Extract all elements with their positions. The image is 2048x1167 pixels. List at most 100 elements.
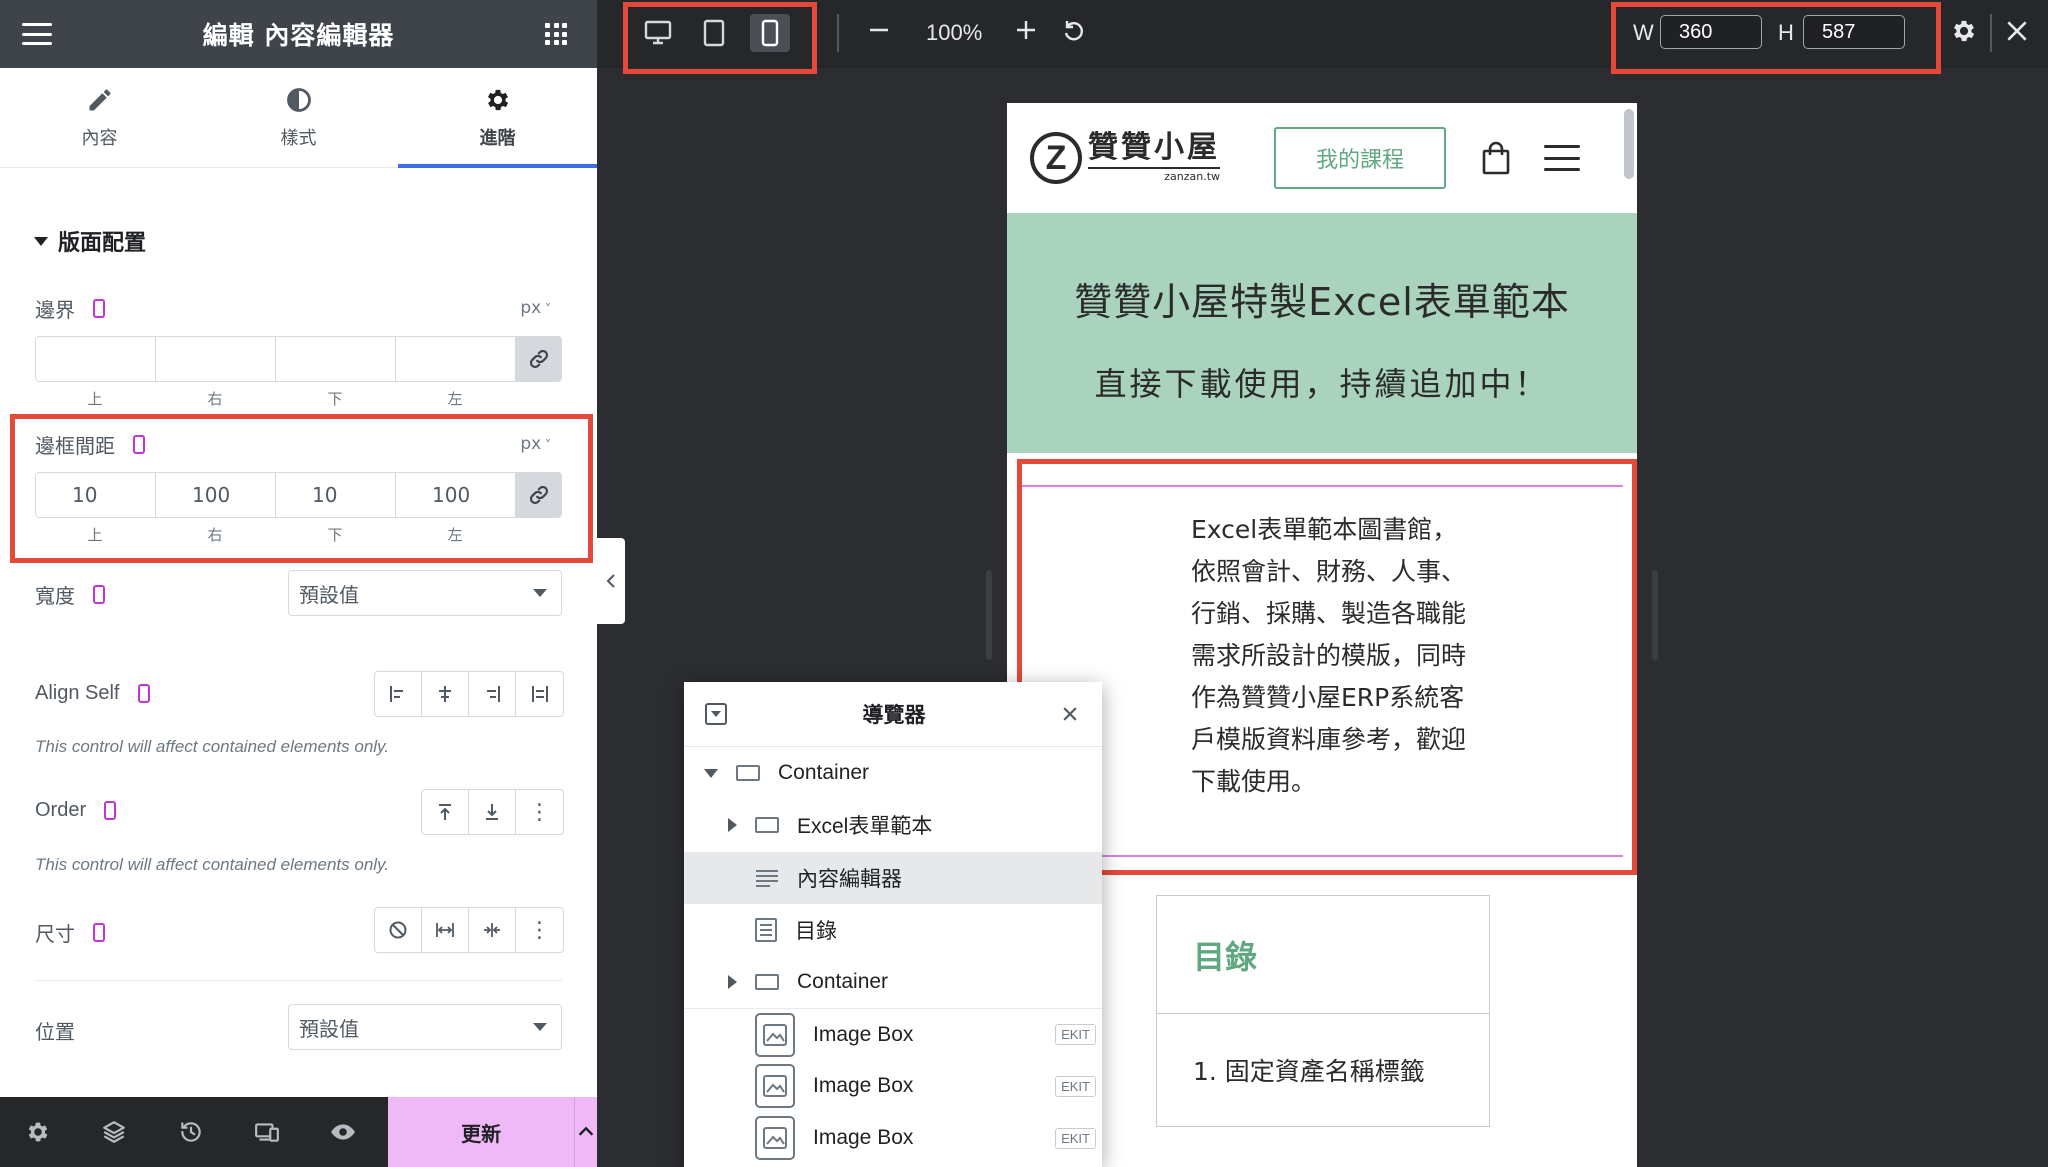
responsive-mode-button[interactable]: [229, 1097, 305, 1167]
canvas-width-input[interactable]: [1660, 15, 1762, 49]
zoom-in-button[interactable]: [1014, 18, 1038, 48]
margin-bottom-input[interactable]: [276, 337, 396, 381]
zoom-reset-button[interactable]: [1062, 18, 1086, 48]
zoom-out-button[interactable]: [867, 18, 891, 48]
hero-subtitle: 直接下載使用，持續追加中！: [1094, 365, 1550, 403]
toc-title: 目錄: [1157, 896, 1489, 1014]
navigator-item[interactable]: Image Box EKIT: [684, 1008, 1102, 1060]
widgets-grid-icon[interactable]: [545, 23, 567, 45]
navigator-item[interactable]: Container: [684, 747, 1102, 799]
order-first-button[interactable]: [422, 790, 469, 834]
padding-unit-select[interactable]: px: [520, 434, 551, 454]
size-more-button[interactable]: ⋮: [516, 908, 563, 952]
align-stretch-button[interactable]: [516, 672, 563, 716]
canvas-resize-handle-left[interactable]: [986, 570, 992, 660]
layout-section-toggle[interactable]: 版面配置: [34, 225, 146, 257]
close-icon[interactable]: [1060, 704, 1080, 724]
margin-unit-select[interactable]: px: [520, 298, 551, 318]
order-label-row: Order: [35, 799, 117, 822]
mobile-menu-icon[interactable]: [1544, 145, 1580, 171]
navigator-item[interactable]: Container: [684, 956, 1102, 1008]
align-end-icon: [487, 686, 500, 702]
order-last-button[interactable]: [469, 790, 516, 834]
navigator-item[interactable]: Excel表單範本: [684, 799, 1102, 851]
align-self-buttons: [374, 671, 564, 717]
position-label: 位置: [35, 1020, 75, 1044]
size-grow-button[interactable]: [422, 908, 469, 952]
navigator-panel: 導覽器 Container Excel表單範本 內容編輯器 目錄 Contain…: [684, 682, 1102, 1167]
panel-title: 編輯 內容編輯器: [202, 21, 395, 50]
collapse-all-icon[interactable]: [704, 702, 728, 726]
padding-link-button[interactable]: [516, 473, 561, 517]
padding-bottom-input[interactable]: [276, 473, 396, 517]
responsive-mobile-icon[interactable]: [137, 684, 150, 703]
table-of-contents-widget[interactable]: 目錄 1. 固定資產名稱標籤: [1156, 895, 1490, 1127]
size-none-button[interactable]: [375, 908, 422, 952]
image-box-icon: [755, 1116, 795, 1160]
close-responsive-button[interactable]: [2004, 18, 2030, 50]
navigator-item-selected[interactable]: 內容編輯器: [684, 852, 1102, 904]
update-options-button[interactable]: [573, 1097, 597, 1167]
arrow-to-top-icon: [439, 804, 451, 820]
margin-right-input[interactable]: [156, 337, 276, 381]
position-select[interactable]: 預設值: [288, 1004, 562, 1050]
canvas-height-input[interactable]: [1803, 15, 1905, 49]
responsive-mobile-icon[interactable]: [93, 585, 105, 604]
navigator-item[interactable]: 目錄: [684, 904, 1102, 956]
tab-content[interactable]: 內容: [0, 68, 199, 167]
navigator-item[interactable]: Image Box EKIT: [684, 1112, 1102, 1164]
margin-left-input[interactable]: [396, 337, 516, 381]
margin-top-input[interactable]: [36, 337, 156, 381]
caret-right-icon[interactable]: [728, 818, 737, 832]
tab-advanced[interactable]: 進階: [398, 68, 597, 168]
navigator-item[interactable]: Image Box EKIT: [684, 1060, 1102, 1112]
padding-top-input[interactable]: [36, 473, 156, 517]
shopping-bag-icon[interactable]: [1482, 141, 1510, 175]
toc-item[interactable]: 1. 固定資產名稱標籤: [1157, 1014, 1489, 1088]
align-end-button[interactable]: [469, 672, 516, 716]
text-editor-widget[interactable]: Excel表單範本圖書館，依照會計、財務、人事、行銷、採購、製造各職能需求所設計…: [1021, 485, 1623, 857]
align-center-button[interactable]: [422, 672, 469, 716]
site-header: Z 贊贊小屋 zanzan.tw 我的課程: [1007, 103, 1637, 213]
padding-left-input[interactable]: [396, 473, 516, 517]
canvas-resize-handle-right[interactable]: [1652, 570, 1658, 660]
history-button[interactable]: [153, 1097, 229, 1167]
side-label-top: 上: [87, 526, 103, 544]
margin-inputs: [35, 336, 562, 382]
align-start-button[interactable]: [375, 672, 422, 716]
chevron-up-icon: [578, 1126, 594, 1136]
responsive-mobile-icon[interactable]: [93, 923, 105, 942]
tab-style[interactable]: 樣式: [199, 68, 398, 167]
desktop-view-button[interactable]: [638, 14, 678, 52]
eye-icon: [331, 1124, 356, 1140]
ekit-badge: EKIT: [1055, 1075, 1096, 1097]
settings-button[interactable]: [0, 1097, 76, 1167]
caret-right-icon[interactable]: [728, 975, 737, 989]
preview-button[interactable]: [305, 1097, 381, 1167]
order-buttons: ⋮: [421, 789, 564, 835]
update-button[interactable]: 更新: [388, 1097, 574, 1167]
caret-down-icon[interactable]: [704, 768, 718, 778]
padding-right-input[interactable]: [156, 473, 276, 517]
mobile-view-button[interactable]: [750, 14, 790, 52]
link-icon: [529, 349, 548, 369]
responsive-mobile-icon[interactable]: [93, 299, 105, 318]
responsive-mobile-icon[interactable]: [104, 801, 117, 820]
hamburger-menu-icon[interactable]: [22, 23, 52, 45]
canvas-settings-button[interactable]: [1950, 17, 1978, 51]
size-shrink-button[interactable]: [469, 908, 516, 952]
responsive-mobile-icon[interactable]: [133, 435, 145, 454]
order-more-button[interactable]: ⋮: [516, 790, 563, 834]
side-label-bottom: 下: [327, 526, 343, 544]
navigator-button[interactable]: [76, 1097, 152, 1167]
my-courses-button[interactable]: 我的課程: [1274, 127, 1446, 189]
chevron-left-icon: [606, 574, 615, 588]
side-label-top: 上: [87, 390, 103, 408]
width-select[interactable]: 預設值: [288, 570, 562, 616]
collapse-panel-button[interactable]: [597, 538, 625, 624]
preview-scrollbar[interactable]: [1624, 109, 1634, 179]
margin-link-button[interactable]: [516, 337, 561, 381]
position-select-value: 預設值: [299, 1016, 359, 1041]
tablet-view-button[interactable]: [694, 14, 734, 52]
site-logo[interactable]: Z 贊贊小屋 zanzan.tw: [1030, 132, 1220, 184]
